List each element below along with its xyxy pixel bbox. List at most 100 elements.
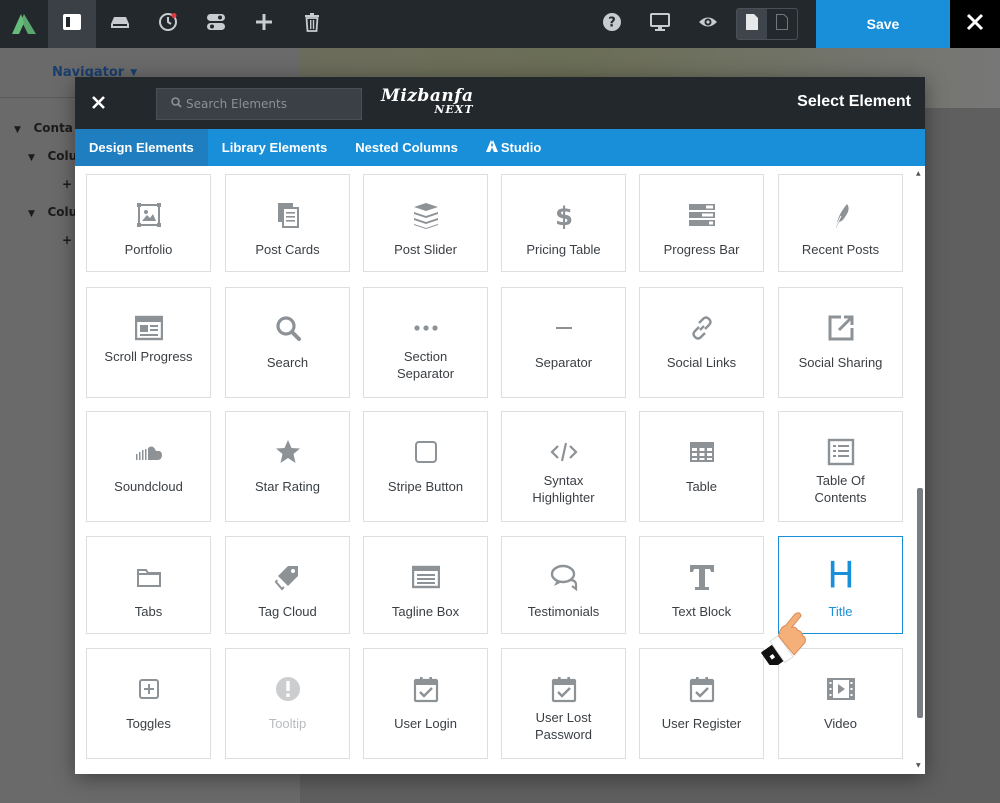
tagline-icon [411, 557, 440, 591]
element-card-user-login[interactable]: User Login [363, 648, 488, 759]
chat-bubbles-icon [550, 557, 578, 591]
layout-panel-button[interactable] [48, 0, 96, 48]
element-card-social-links[interactable]: Social Links [639, 287, 764, 398]
text-t-icon [688, 557, 716, 591]
element-card-table[interactable]: Table [639, 411, 764, 522]
element-card-stripe-button[interactable]: Stripe Button [363, 411, 488, 522]
code-icon [549, 432, 578, 466]
page-mode-group [736, 8, 798, 40]
toggles-button[interactable] [192, 0, 240, 48]
modal-header: Search Elements Mizbanfa NEXT Select Ele… [75, 77, 925, 129]
scrollbar-thumb[interactable] [917, 488, 923, 718]
drive-icon [110, 12, 130, 36]
element-card-label: Pricing Table [526, 242, 601, 257]
eye-icon [698, 12, 718, 36]
history-button[interactable] [144, 0, 192, 48]
top-toolbar: ? Save [0, 0, 1000, 48]
element-card-label: User Login [394, 716, 457, 731]
element-card-social-sharing[interactable]: Social Sharing [778, 287, 903, 398]
soundcloud-icon [135, 432, 163, 466]
page-mode-blank[interactable] [767, 9, 797, 39]
dots-icon [412, 308, 440, 342]
page-mode-builder[interactable] [737, 9, 767, 39]
caret-icon: ▼ [28, 209, 35, 219]
element-card-pricing-table[interactable]: $ Pricing Table [501, 174, 626, 272]
link-icon [688, 308, 716, 342]
element-card-scroll-progress[interactable]: Scroll Progress [86, 287, 211, 398]
tab-nested-columns[interactable]: Nested Columns [341, 129, 472, 166]
library-button[interactable] [96, 0, 144, 48]
element-card-tag-cloud[interactable]: Tag Cloud [225, 536, 350, 634]
element-card-label: Social Links [666, 355, 737, 370]
tab-studio[interactable]: Studio [472, 129, 555, 166]
element-card-post-cards[interactable]: Post Cards [225, 174, 350, 272]
star-icon [274, 432, 302, 466]
copy-icon [274, 195, 302, 229]
avada-logo-icon[interactable] [0, 0, 48, 48]
element-card-tagline-box[interactable]: Tagline Box [363, 536, 488, 634]
element-card-user-lost-password[interactable]: User Lost Password [501, 648, 626, 759]
list-box-icon [827, 432, 855, 466]
svg-text:H: H [827, 559, 855, 591]
film-icon [826, 669, 855, 703]
preview-button[interactable] [684, 0, 732, 48]
element-card-label: Post Slider [394, 242, 457, 257]
desktop-icon [650, 12, 670, 36]
element-card-label: Toggles [126, 716, 171, 731]
close-icon [91, 94, 105, 113]
tab-library-elements[interactable]: Library Elements [208, 129, 342, 166]
element-card-tabs[interactable]: Tabs [86, 536, 211, 634]
calendar-check-icon [550, 669, 578, 703]
search-input[interactable]: Search Elements [156, 88, 362, 120]
element-card-progress-bar[interactable]: Progress Bar [639, 174, 764, 272]
element-card-label: Tooltip [268, 716, 307, 731]
element-card-star-rating[interactable]: Star Rating [225, 411, 350, 522]
modal-scrollbar[interactable]: ▲ ▼ [914, 170, 924, 774]
tags-icon [274, 557, 302, 591]
element-card-recent-posts[interactable]: Recent Posts [778, 174, 903, 272]
element-card-tooltip[interactable]: Tooltip [225, 648, 350, 759]
delete-button[interactable] [288, 0, 336, 48]
element-card-toggles[interactable]: Toggles [86, 648, 211, 759]
element-card-post-slider[interactable]: Post Slider [363, 174, 488, 272]
square-icon [412, 432, 440, 466]
element-card-search[interactable]: Search [225, 287, 350, 398]
element-card-label: Table [685, 479, 718, 494]
element-card-label: User Lost Password [534, 710, 593, 742]
plus-square-icon [135, 669, 163, 703]
element-card-text-block[interactable]: Text Block [639, 536, 764, 634]
element-tabs: Design Elements Library Elements Nested … [75, 129, 925, 166]
minus-icon [550, 308, 578, 342]
scroll-down-arrow-icon[interactable]: ▼ [916, 762, 921, 769]
svg-text:$: $ [554, 202, 572, 229]
add-element-button[interactable] [240, 0, 288, 48]
responsive-button[interactable] [636, 0, 684, 48]
element-card-label: Syntax Highlighter [532, 473, 595, 505]
element-card-table-of-contents[interactable]: Table Of Contents [778, 411, 903, 522]
element-card-section-separator[interactable]: Section Separator [363, 287, 488, 398]
modal-close-button[interactable] [75, 77, 121, 129]
element-card-syntax-highlighter[interactable]: Syntax Highlighter [501, 411, 626, 522]
element-card-portfolio[interactable]: Portfolio [86, 174, 211, 272]
close-icon [966, 13, 984, 35]
element-card-soundcloud[interactable]: Soundcloud [86, 411, 211, 522]
newspaper-icon [134, 308, 163, 342]
calendar-check-icon [688, 669, 716, 703]
element-card-label: Separator [534, 355, 593, 370]
element-card-user-register[interactable]: User Register [639, 648, 764, 759]
element-card-testimonials[interactable]: Testimonials [501, 536, 626, 634]
close-builder-button[interactable] [950, 0, 1000, 48]
help-button[interactable]: ? [588, 0, 636, 48]
tab-design-elements[interactable]: Design Elements [75, 129, 208, 166]
element-card-label: Table Of Contents [814, 473, 867, 505]
element-card-separator[interactable]: Separator [501, 287, 626, 398]
pointing-hand-icon [748, 605, 810, 669]
element-card-label: Soundcloud [114, 479, 183, 494]
feather-icon [827, 195, 855, 229]
search-icon [274, 308, 302, 342]
calendar-check-icon [412, 669, 440, 703]
scroll-up-arrow-icon[interactable]: ▲ [916, 170, 921, 177]
layers-icon [412, 195, 440, 229]
save-button[interactable]: Save [816, 0, 950, 48]
element-card-label: Portfolio [124, 242, 173, 257]
